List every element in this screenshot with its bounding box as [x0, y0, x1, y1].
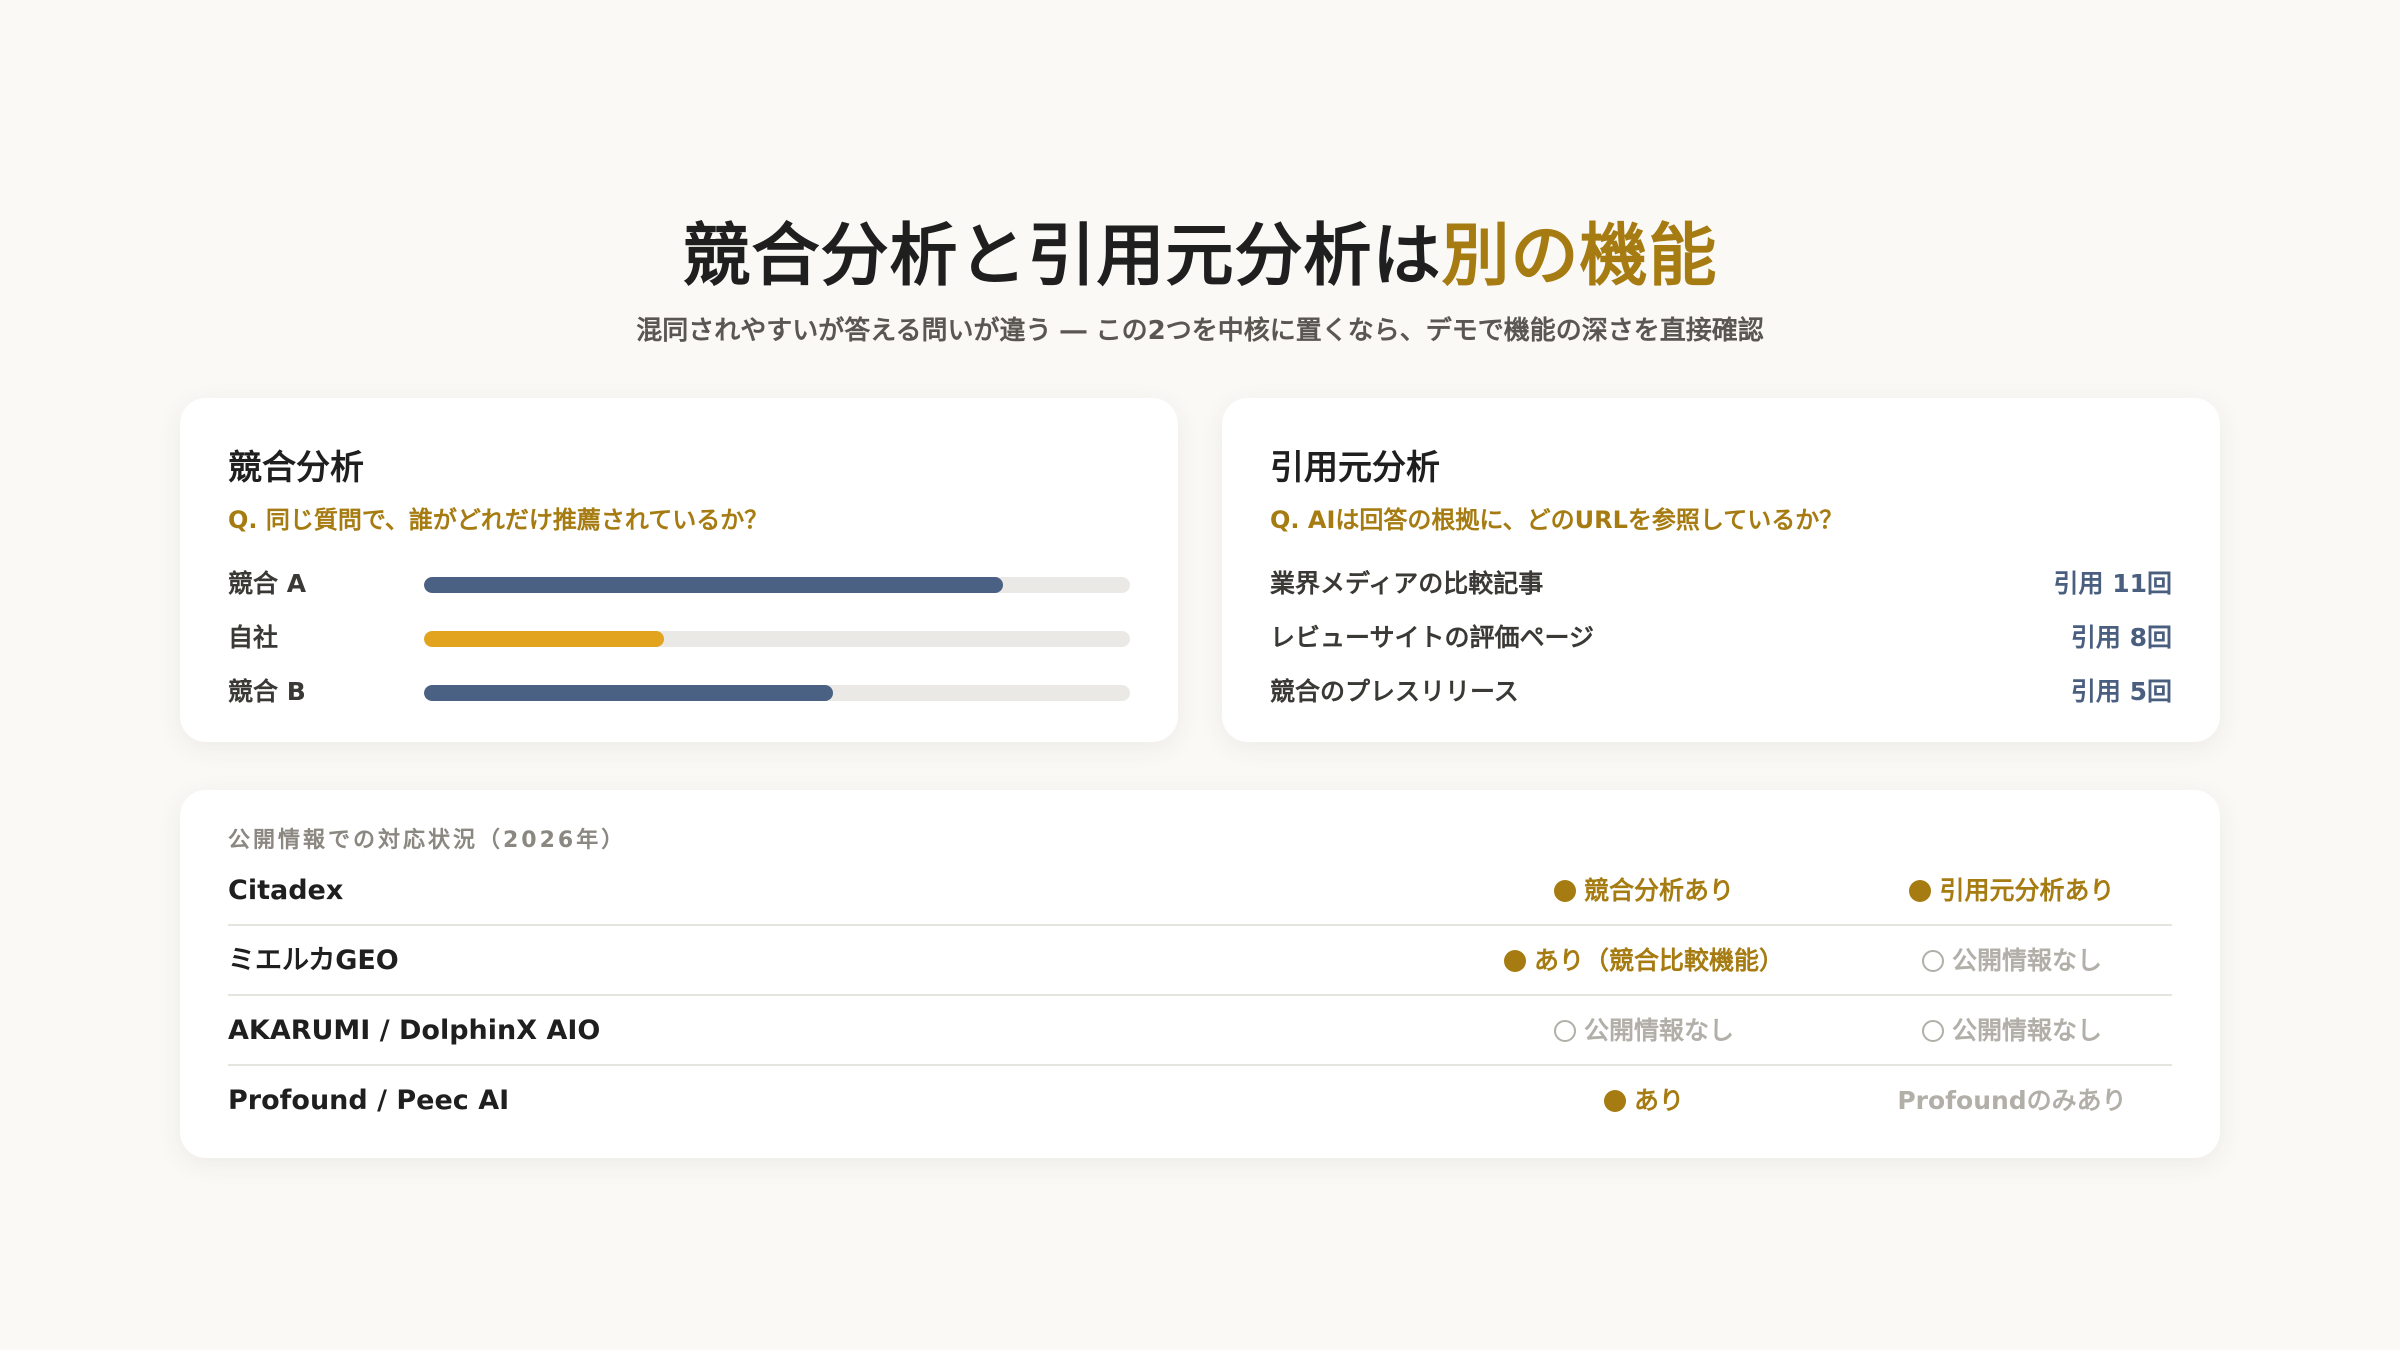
bar-fill: [424, 685, 834, 701]
product-name: AKARUMI / DolphinX AIO: [228, 1015, 601, 1046]
competitor-status-cell: あり: [1464, 1066, 1824, 1136]
bar-label: 競合 A: [228, 569, 307, 598]
citation-card-title: 引用元分析: [1270, 448, 1440, 488]
status-dot-icon: [1603, 1090, 1626, 1112]
competitor-status-cell: あり（競合比較機能）: [1464, 926, 1824, 996]
citation-source: 業界メディアの比較記事: [1270, 569, 1544, 598]
citation-count: 引用 5回: [2070, 677, 2172, 706]
status-table-heading: 公開情報での対応状況（2026年）: [228, 828, 627, 853]
competitor-card-title: 競合分析: [228, 448, 364, 488]
table-row: Profound / Peec AI あり Profoundのみあり: [228, 1066, 2172, 1136]
table-row: Citadex 競合分析あり 引用元分析あり: [228, 856, 2172, 926]
status-dot-icon: [1553, 1020, 1576, 1042]
status-text: あり（競合比較機能）: [1533, 946, 1784, 975]
citation-status-cell: Profoundのみあり: [1832, 1066, 2192, 1136]
status-text: 公開情報なし: [1951, 1016, 2102, 1045]
table-row: ミエルカGEO あり（競合比較機能） 公開情報なし: [228, 926, 2172, 996]
citation-count: 引用 8回: [2070, 623, 2172, 652]
status-dot-icon: [1921, 1020, 1944, 1042]
citation-count: 引用 11回: [2053, 569, 2173, 598]
bar-track: [424, 577, 1130, 593]
status-dot-icon: [1553, 880, 1576, 902]
bar-row: 競合 B: [228, 674, 1130, 710]
bar-label: 競合 B: [228, 677, 306, 706]
page-title: 競合分析と引用元分析は別の機能: [0, 200, 2400, 299]
bar-row: 自社: [228, 620, 1130, 656]
bar-track: [424, 685, 1130, 701]
citation-row: 競合のプレスリリース 引用 5回: [1270, 674, 2172, 710]
bar-track: [424, 631, 1130, 647]
bar-row: 競合 A: [228, 566, 1130, 602]
table-row: AKARUMI / DolphinX AIO 公開情報なし 公開情報なし: [228, 996, 2172, 1066]
status-text: 公開情報なし: [1583, 1016, 1734, 1045]
competitor-status-cell: 競合分析あり: [1464, 856, 1824, 926]
page-subtitle: 混同されやすいが答える問いが違う ― この2つを中核に置くなら、デモで機能の深さ…: [636, 316, 1764, 346]
product-name: ミエルカGEO: [228, 945, 399, 976]
title-accent: 別の機能: [1441, 217, 1718, 296]
status-text: 引用元分析あり: [1939, 876, 2115, 905]
citation-status-cell: 公開情報なし: [1832, 926, 2192, 996]
citation-status-cell: 引用元分析あり: [1832, 856, 2192, 926]
bar-label: 自社: [228, 623, 279, 652]
status-dot-icon: [1503, 950, 1526, 972]
status-text: 競合分析あり: [1583, 876, 1734, 905]
citation-status-cell: 公開情報なし: [1832, 996, 2192, 1066]
citation-row: レビューサイトの評価ページ 引用 8回: [1270, 620, 2172, 656]
citation-source: 競合のプレスリリース: [1270, 677, 1519, 706]
product-name: Profound / Peec AI: [228, 1085, 510, 1116]
competitor-analysis-card: 競合分析 Q. 同じ質問で、誰がどれだけ推薦されているか？ 競合 A 自社 競合…: [180, 398, 1178, 742]
status-text: あり: [1633, 1086, 1684, 1115]
status-dot-icon: [1921, 950, 1944, 972]
status-text: 公開情報なし: [1951, 946, 2102, 975]
support-status-table: 公開情報での対応状況（2026年） Citadex 競合分析あり 引用元分析あり…: [180, 790, 2220, 1158]
citation-row: 業界メディアの比較記事 引用 11回: [1270, 566, 2172, 602]
citation-analysis-card: 引用元分析 Q. AIは回答の根拠に、どのURLを参照しているか？ 業界メディア…: [1222, 398, 2220, 742]
product-name: Citadex: [228, 875, 344, 906]
bar-fill: [424, 631, 665, 647]
competitor-status-cell: 公開情報なし: [1464, 996, 1824, 1066]
citation-card-question: Q. AIは回答の根拠に、どのURLを参照しているか？: [1270, 506, 1844, 534]
slide: 競合分析と引用元分析は別の機能 混同されやすいが答える問いが違う ― この2つを…: [0, 0, 2400, 1350]
competitor-card-question: Q. 同じ質問で、誰がどれだけ推薦されているか？: [228, 506, 769, 534]
title-main: 競合分析と引用元分析は: [682, 217, 1442, 296]
bar-fill: [424, 577, 1003, 593]
status-dot-icon: [1909, 880, 1932, 902]
citation-source: レビューサイトの評価ページ: [1270, 623, 1595, 652]
status-text: Profoundのみあり: [1897, 1086, 2127, 1115]
